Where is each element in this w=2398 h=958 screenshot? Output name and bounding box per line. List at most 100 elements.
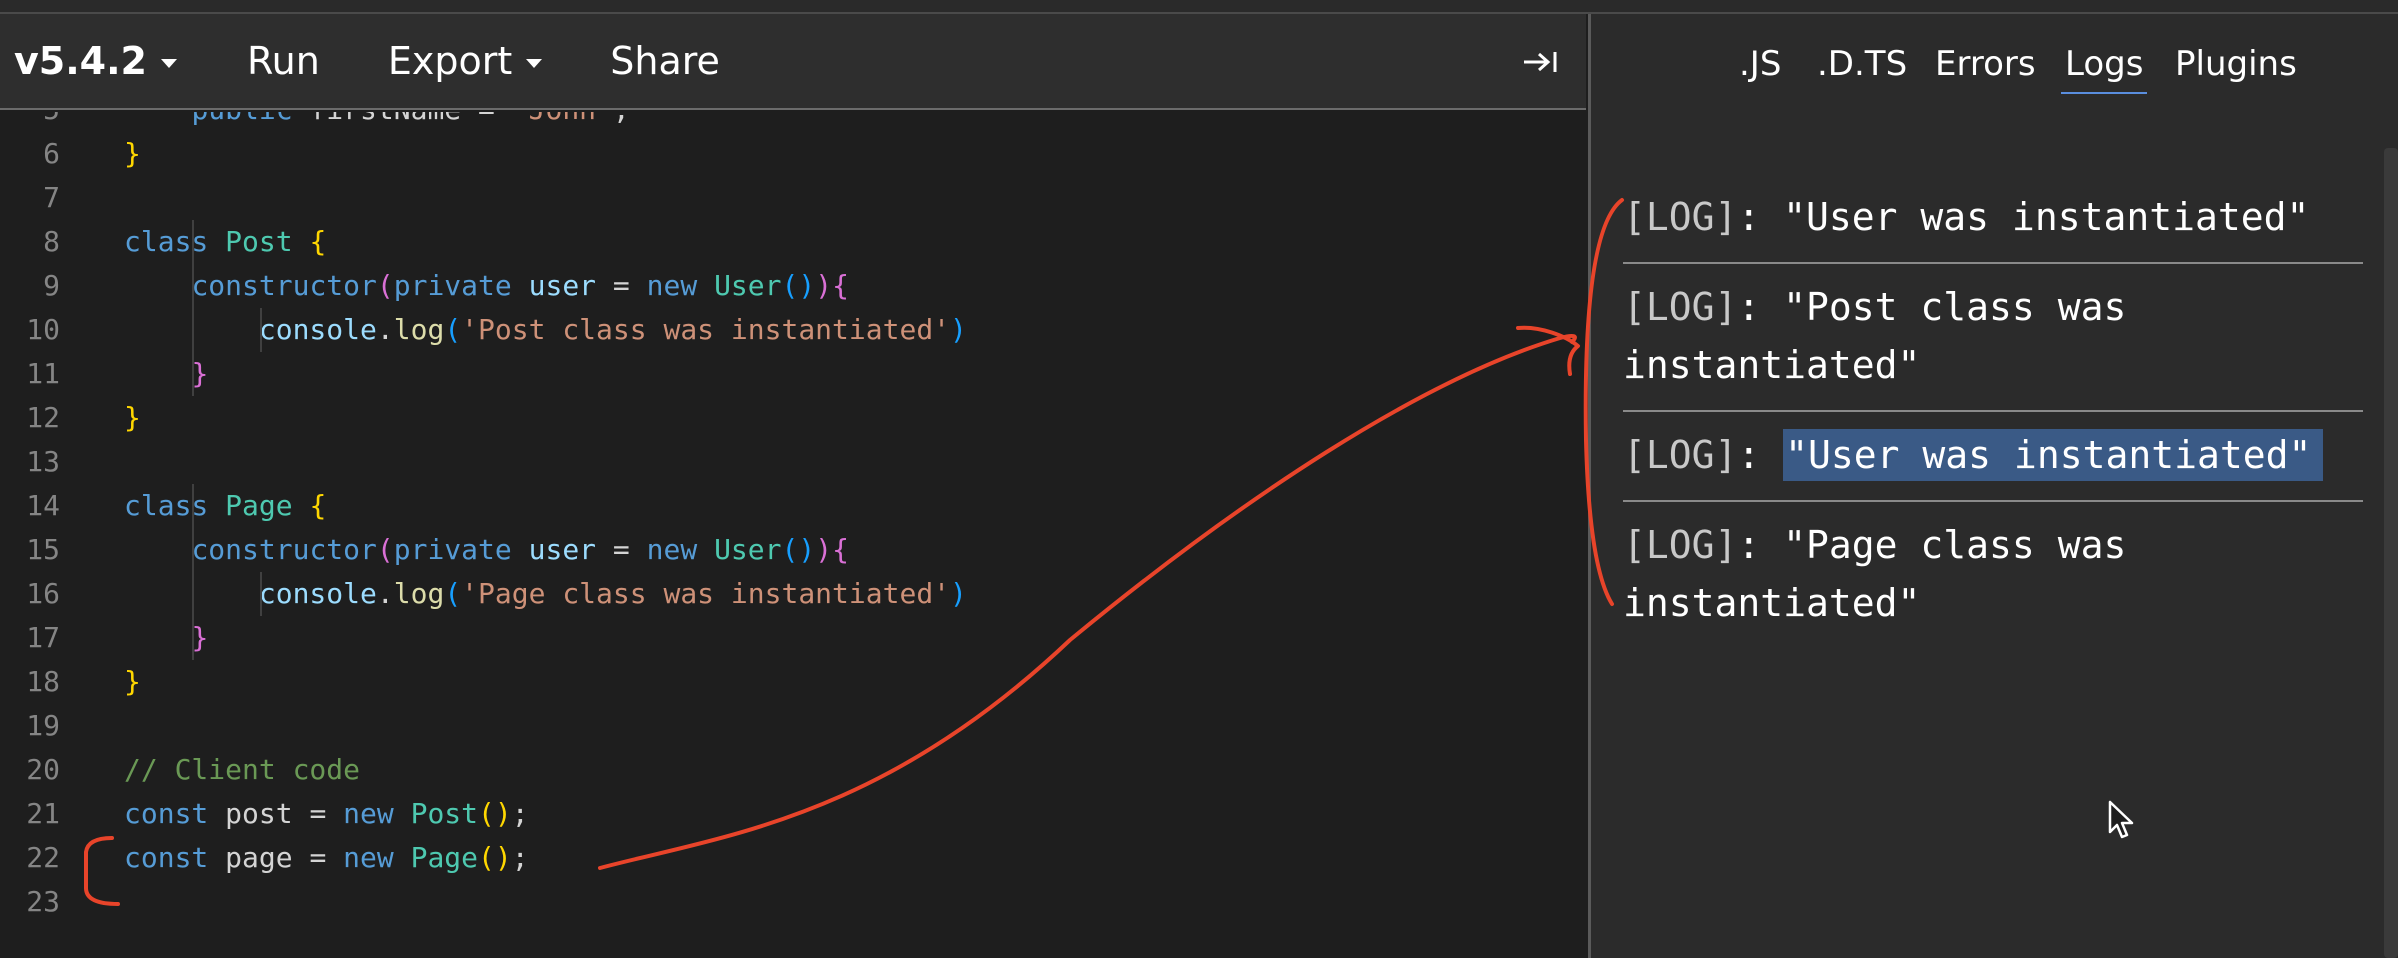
output-panel: .JS .D.TS Errors Logs Plugins [LOG]: "Us… — [1588, 14, 2398, 958]
code-text: class Post { — [124, 220, 326, 264]
code-token: . — [376, 577, 394, 610]
code-token: ( — [376, 533, 394, 566]
line-number: 14 — [26, 489, 60, 522]
line-number: 12 — [26, 401, 60, 434]
version-dropdown[interactable]: v5.4.2 — [14, 14, 177, 108]
code-token: constructor — [191, 533, 377, 566]
line-number: 19 — [26, 709, 60, 742]
indent-guide — [260, 572, 262, 616]
code-token: { — [309, 225, 327, 258]
line-number: 6 — [43, 137, 60, 170]
window-top-strip — [0, 0, 2398, 14]
code-token: ( — [444, 313, 462, 346]
tab-errors[interactable]: Errors — [1935, 44, 2036, 84]
code-line: 6} — [0, 132, 1586, 176]
code-token: new — [343, 841, 394, 874]
code-token: firstName = — [293, 112, 512, 126]
code-token: ) — [815, 269, 833, 302]
collapse-sidebar-icon[interactable] — [1522, 48, 1558, 76]
line-number: 5 — [0, 112, 60, 132]
log-entry: [LOG]: "User was instantiated" — [1623, 174, 2363, 264]
code-line: 5 public firstName = "John"; — [0, 112, 1586, 132]
code-token: ; — [511, 797, 529, 830]
line-number: 8 — [43, 225, 60, 258]
code-token: = — [596, 533, 647, 566]
code-token: page = — [208, 841, 344, 874]
code-token: private — [393, 533, 512, 566]
code-line: 11 } — [0, 352, 1586, 396]
code-token: const — [124, 797, 209, 830]
log-scrollbar[interactable] — [2384, 148, 2398, 958]
code-token: user — [528, 533, 597, 566]
code-token: User — [714, 533, 782, 566]
code-line: 9 constructor(private user = new User())… — [0, 264, 1586, 308]
indent-guide — [192, 220, 194, 396]
log-message: "User was instantiated" — [1783, 195, 2310, 239]
code-token: class — [124, 225, 209, 258]
log-separator: : — [1737, 285, 1784, 329]
code-token: = — [596, 269, 647, 302]
code-token: . — [376, 313, 394, 346]
log-list: [LOG]: "User was instantiated" [LOG]: "P… — [1623, 174, 2363, 648]
line-number: 11 — [26, 357, 60, 390]
code-line: 12} — [0, 396, 1586, 440]
tab-logs[interactable]: Logs — [2060, 44, 2148, 94]
log-tag: [LOG] — [1623, 523, 1738, 567]
code-token: () — [478, 841, 512, 874]
code-token: constructor — [191, 269, 377, 302]
log-separator: : — [1737, 195, 1784, 239]
tab-plugins[interactable]: Plugins — [2175, 44, 2297, 84]
code-editor[interactable]: 5 public firstName = "John";6}78class Po… — [0, 112, 1586, 958]
code-token: log — [393, 313, 445, 346]
tab-js[interactable]: .JS — [1739, 44, 1781, 84]
mouse-pointer-icon — [2108, 800, 2134, 839]
line-number: 23 — [26, 885, 60, 918]
run-button[interactable]: Run — [247, 14, 320, 108]
line-number: 22 — [26, 841, 60, 874]
code-token: user — [528, 269, 597, 302]
code-line: 23 — [0, 880, 1586, 924]
code-token: 'Page class was instantiated' — [461, 577, 951, 610]
line-number: 16 — [26, 577, 60, 610]
tab-dts[interactable]: .D.TS — [1817, 44, 1907, 84]
chevron-down-icon — [526, 58, 543, 68]
export-dropdown[interactable]: Export — [388, 14, 543, 108]
indent-guide — [192, 484, 194, 660]
line-number: 7 — [43, 181, 60, 214]
code-token: public — [191, 112, 292, 126]
code-token: "John" — [512, 112, 613, 126]
code-line: 18} — [0, 660, 1586, 704]
code-token: Post — [410, 797, 479, 830]
code-token: ; — [613, 112, 630, 126]
code-token: ) — [815, 533, 833, 566]
code-line: 22 const page = new Page(); — [0, 836, 1586, 880]
log-separator: : — [1737, 433, 1784, 477]
log-separator: : — [1737, 523, 1784, 567]
code-token: console — [258, 577, 377, 610]
code-text: const post = new Post(); — [124, 792, 529, 836]
code-line: 21 const post = new Post(); — [0, 792, 1586, 836]
code-text: console.log('Page class was instantiated… — [124, 572, 967, 616]
code-token: ) — [950, 577, 967, 610]
code-token: new — [646, 533, 698, 566]
share-button[interactable]: Share — [610, 14, 720, 108]
line-number: 17 — [26, 621, 60, 654]
indent-guide — [260, 308, 262, 352]
code-token: } — [124, 401, 141, 434]
code-token: ( — [444, 577, 462, 610]
code-token: // Client code — [124, 753, 361, 786]
log-tag: [LOG] — [1623, 285, 1738, 329]
code-token: ( — [376, 269, 394, 302]
code-token: post = — [208, 797, 344, 830]
code-line: 13 — [0, 440, 1586, 484]
